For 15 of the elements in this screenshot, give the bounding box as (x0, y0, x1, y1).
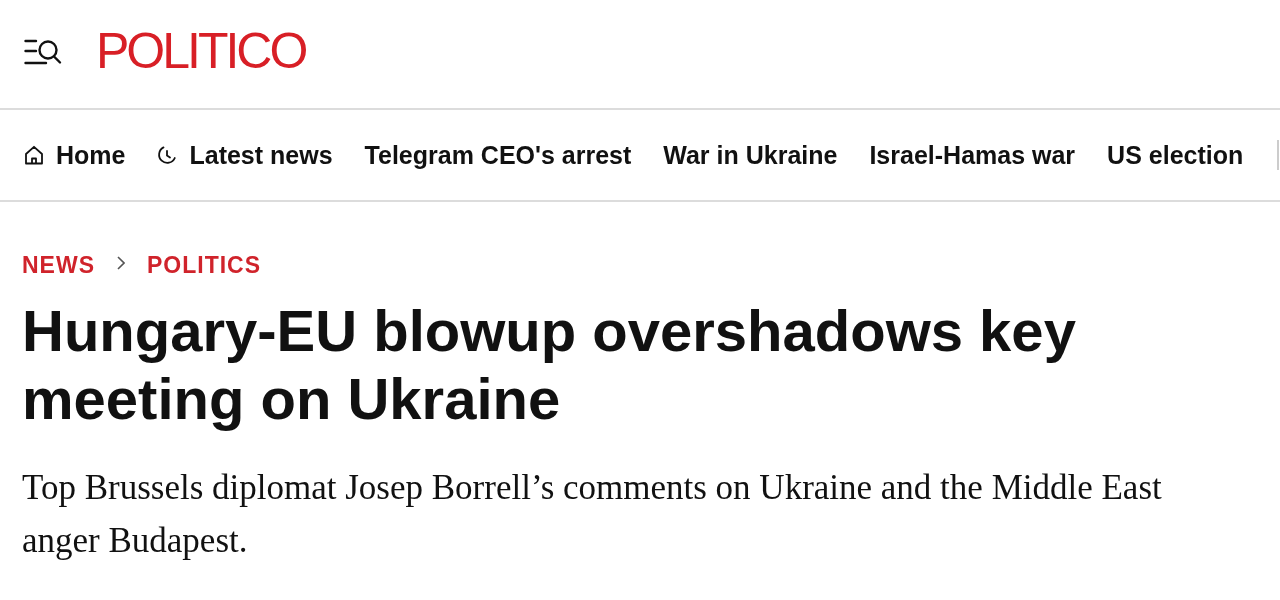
article-subheadline: Top Brussels diplomat Josep Borrell’s comments on Ukraine and the Middle East anger Budapest. (22, 467, 1163, 562)
menu-search-icon[interactable] (24, 38, 62, 66)
nav-link[interactable]: War in Ukraine (663, 140, 838, 170)
breadcrumb-link[interactable]: NEWS (22, 252, 95, 279)
nav-link[interactable]: Israel-Hamas war (869, 140, 1076, 170)
breadcrumb-link[interactable]: POLITICS (147, 252, 262, 279)
nav-link[interactable]: Telegram CEO's arrest (364, 140, 632, 170)
nav-link[interactable]: US election (1107, 140, 1244, 170)
politico-logo[interactable]: POLITICO (96, 26, 306, 76)
home-icon (24, 145, 44, 165)
chevron-right-icon (117, 255, 125, 270)
clock-arc-icon (157, 145, 178, 165)
article-headline: Hungary-EU blowup overshadows key meeting on Ukraine (22, 297, 1077, 433)
nav-link[interactable]: Home (24, 140, 126, 170)
nav-link[interactable]: Latest news (157, 140, 333, 170)
